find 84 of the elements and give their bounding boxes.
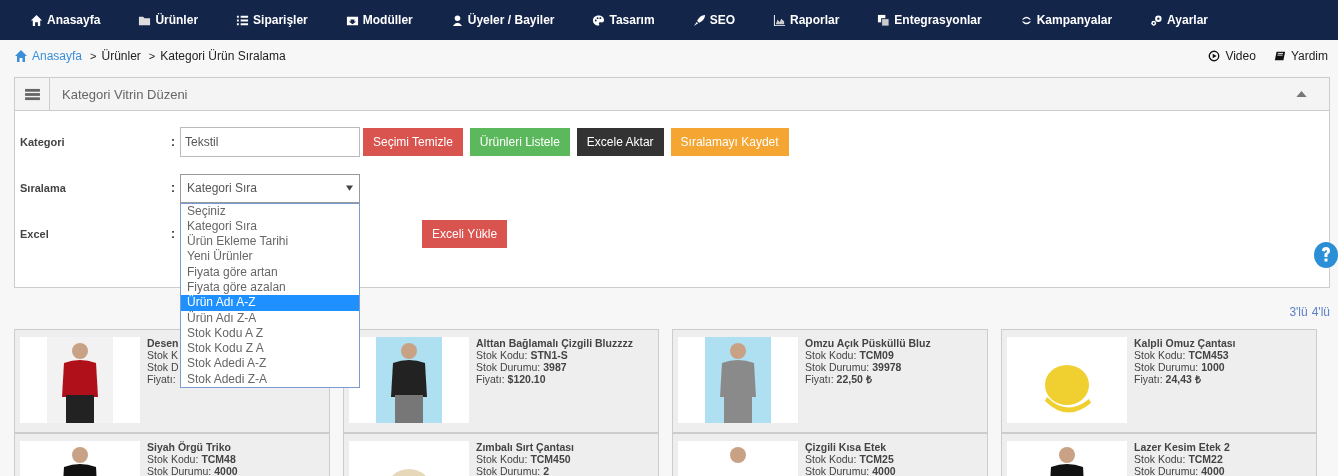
field-label: Excel [20, 228, 50, 240]
product-name[interactable]: Zımbalı Sırt Çantası [476, 441, 575, 453]
colon: : [171, 181, 176, 195]
field-label: Sıralama [20, 182, 67, 194]
book-icon [1273, 50, 1286, 62]
nav-menu-item[interactable]: Ayarlar [1150, 13, 1208, 27]
category-input-field[interactable]: Tekstil [180, 127, 360, 157]
home-icon [14, 49, 28, 63]
product-detail: Stok Durumu: 4000 [147, 465, 238, 476]
home-icon [30, 13, 43, 27]
header-link[interactable]: Yardim [1273, 49, 1328, 63]
product-detail: Stok Kodu: TCM22 [1134, 453, 1223, 465]
product-detail: Stok Durumu: 4000 [1134, 465, 1225, 476]
product-name[interactable]: Kalpli Omuz Çantası [1134, 337, 1236, 349]
product-detail: Stok Durumu: 39978 [805, 361, 902, 373]
product-name[interactable]: Alttan Bağlamalı Çizgili Bluzzzz [476, 337, 633, 349]
dropdown-caret-icon [346, 185, 353, 191]
dropdown-option[interactable]: Fiyata göre artan [181, 264, 359, 280]
dropdown-option[interactable]: Kategori Sıra [181, 218, 359, 235]
nav-menu-item[interactable]: Tasarım [592, 13, 655, 27]
nav-menu-item[interactable]: Raporlar [772, 13, 840, 27]
product-name[interactable]: Çizgili Kısa Etek [805, 441, 887, 453]
collapse-caret-icon[interactable] [1296, 91, 1307, 97]
help-icon[interactable] [1314, 242, 1338, 268]
user-icon [450, 13, 464, 27]
nav-menu-item[interactable]: Üyeler / Bayiler [450, 13, 555, 27]
colon: : [171, 227, 176, 241]
dropdown-option[interactable]: Ürün Ekleme Tarihi [181, 234, 359, 250]
colon: : [171, 135, 176, 149]
chart-icon [772, 13, 786, 27]
layout-link[interactable]: 4'lü [1311, 305, 1330, 319]
nav-menu-item[interactable]: Kampanyalar [1019, 13, 1113, 27]
copy-icon [877, 13, 891, 27]
product-detail: Fiyatı: [147, 373, 176, 385]
palette-icon [592, 13, 606, 27]
field-label: Kategori [20, 136, 66, 148]
panel-title: Kategori Vitrin Düzeni [62, 86, 189, 102]
product-detail: Fiyatı: 24,43 ₺ [1134, 373, 1201, 385]
play-icon [1208, 50, 1221, 62]
product-detail: Fiyatı: 22,50 ₺ [805, 373, 872, 385]
product-detail: Stok Kodu: TCM25 [805, 453, 894, 465]
upload-button[interactable]: Exceli Yükle [422, 220, 508, 248]
sort-select[interactable]: Kategori Sıra [180, 173, 360, 203]
layout-link[interactable]: 3'lü [1289, 305, 1308, 319]
product-detail: Fiyatı: $120.10 [476, 373, 546, 385]
dropdown-option[interactable]: Stok Adedi A-Z [181, 356, 359, 372]
dropdown-option[interactable]: Ürün Adı Z-A [181, 310, 359, 326]
nav-menu-item[interactable]: Modüller [345, 13, 413, 27]
dropdown-option[interactable]: Stok Adedi Z-A [181, 371, 359, 388]
breadcrumb-separator: > [148, 50, 156, 62]
list-icon [236, 13, 250, 27]
breadcrumb-text: Ürünler [101, 49, 141, 63]
breadcrumb-text: Kategori Ürün Sıralama [160, 49, 286, 63]
dropdown-option[interactable]: Seçiniz [181, 203, 359, 219]
action-button[interactable]: Excele Aktar [576, 128, 664, 156]
product-detail: Stok Kodu: TCM450 [476, 453, 571, 465]
header-link[interactable]: Video [1208, 49, 1256, 63]
product-detail: Stok Kodu: TCM09 [805, 349, 894, 361]
breadcrumb-separator: > [90, 50, 97, 62]
dropdown-option[interactable]: Fiyata göre azalan [181, 280, 359, 296]
product-detail: Stok Kodu: TCM48 [147, 453, 236, 465]
nav-menu-item[interactable]: SEO [692, 13, 735, 27]
gears-icon [1150, 13, 1164, 27]
dropdown-option[interactable]: Stok Kodu A Z [181, 325, 359, 342]
product-name[interactable]: Omzu Açık Püsküllü Bluz [805, 337, 931, 349]
product-name[interactable]: Siyah Örgü Triko [147, 441, 232, 453]
product-detail: Stok Durumu: 2 [476, 465, 550, 476]
nav-menu-item[interactable]: Ürünler [138, 13, 199, 27]
dropdown-option[interactable]: Yeni Ürünler [181, 249, 359, 265]
product-detail: Stok Kodu: STN1-S [476, 349, 568, 361]
product-name[interactable]: Desen [147, 337, 179, 349]
product-detail: Stok Durumu: 1000 [1134, 361, 1225, 373]
menu-icon[interactable] [24, 87, 40, 101]
product-name[interactable]: Lazer Kesim Etek 2 [1134, 441, 1230, 453]
nav-menu-item[interactable]: Entegrasyonlar [877, 13, 982, 27]
product-detail: Stok K [147, 349, 178, 361]
product-detail: Stok Durumu: 3987 [476, 361, 567, 373]
product-detail: Stok Kodu: TCM453 [1134, 349, 1229, 361]
product-detail: Stok D [147, 361, 179, 373]
action-button[interactable]: Seçimi Temizle [363, 128, 463, 156]
nav-menu-item[interactable]: Siparişler [236, 13, 308, 27]
dropdown-option[interactable]: Stok Kodu Z A [181, 341, 359, 357]
product-detail: Stok Durumu: 4000 [805, 465, 896, 476]
nav-menu-item[interactable]: Anasayfa [30, 13, 101, 27]
